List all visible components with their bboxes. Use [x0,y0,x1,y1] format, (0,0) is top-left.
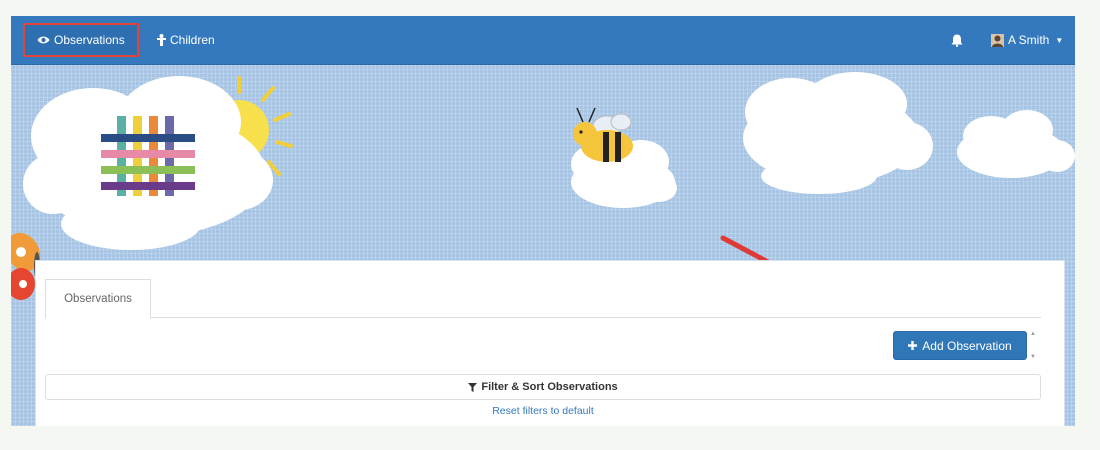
reset-filters-label: Reset filters to default [492,405,594,417]
scroll-arrows[interactable]: ▲ ▼ [1029,331,1037,360]
notifications-button[interactable] [951,16,963,64]
eye-icon [37,36,50,44]
caret-down-icon: ▼ [1055,35,1064,45]
user-menu-label: A Smith [1008,33,1050,47]
add-observation-button[interactable]: Add Observation [893,331,1027,360]
bell-icon [951,34,963,47]
cloud-illustration [957,110,1075,178]
observations-panel: Observations Add Observation ▲ ▼ Filter … [35,260,1065,426]
scroll-up-icon[interactable]: ▲ [1030,331,1036,337]
plus-icon [908,341,918,350]
top-navbar: Observations Children A Smith ▼ [11,16,1075,65]
tab-observations-label: Observations [64,293,132,305]
tab-divider [45,317,1041,318]
nav-children[interactable]: Children [157,16,215,64]
nav-observations[interactable]: Observations [23,23,139,57]
filter-icon [468,382,478,392]
child-icon [157,34,166,46]
cloud-illustration [743,72,933,194]
reset-filters-link[interactable]: Reset filters to default [45,405,1041,417]
app-window: Observations Children A Smith ▼ Observat… [11,16,1075,426]
filter-sort-toggle[interactable]: Filter & Sort Observations [45,374,1041,400]
scroll-down-icon[interactable]: ▼ [1030,354,1036,360]
nav-children-label: Children [170,33,215,47]
filter-sort-label: Filter & Sort Observations [481,381,618,393]
nav-observations-label: Observations [54,33,125,47]
user-icon [991,33,1004,47]
user-menu[interactable]: A Smith ▼ [991,16,1063,64]
add-observation-label: Add Observation [922,338,1012,353]
tab-observations[interactable]: Observations [45,279,151,319]
